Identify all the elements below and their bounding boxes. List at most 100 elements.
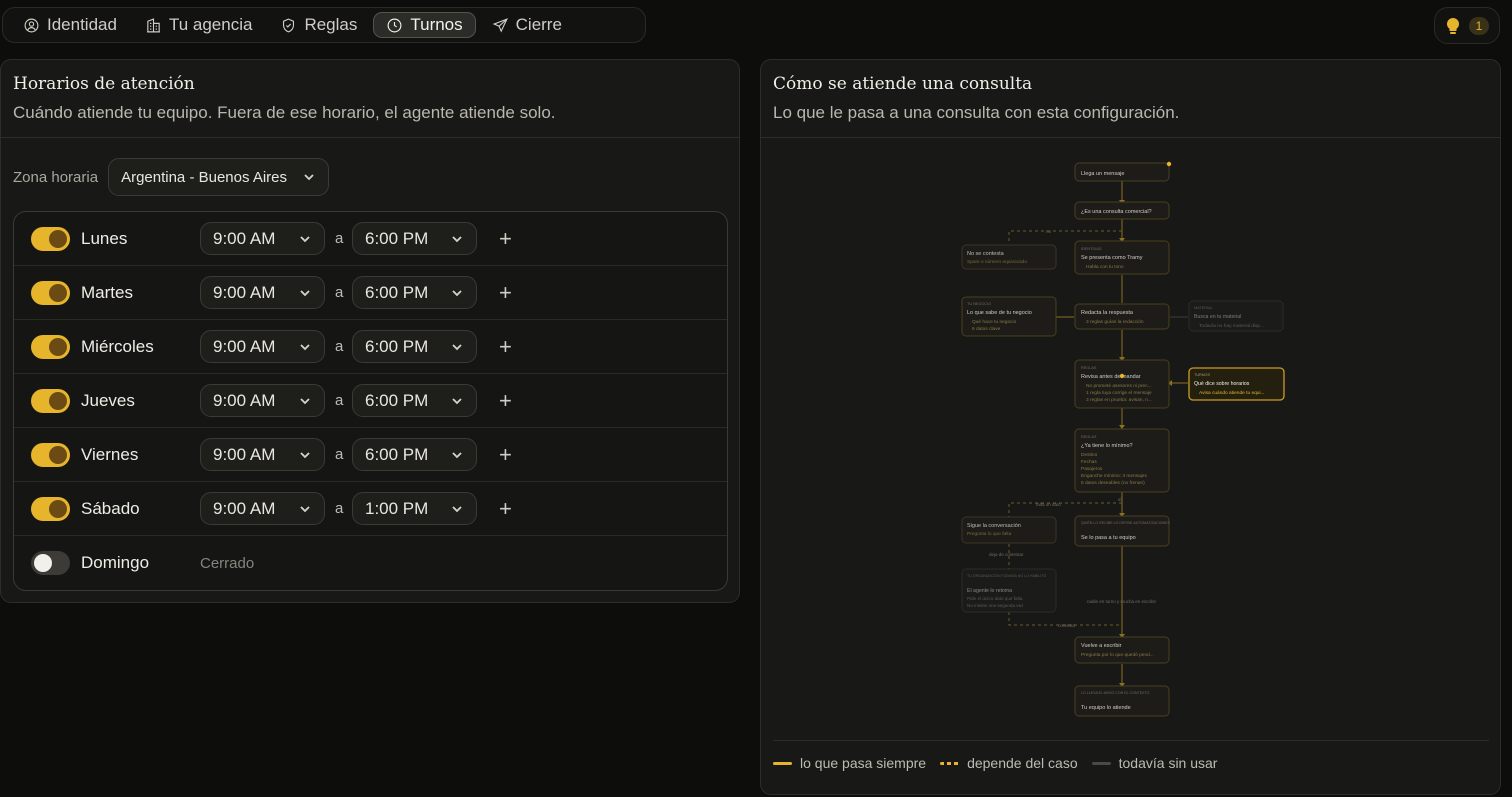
add-shift-plus-icon[interactable]: + (499, 443, 512, 466)
chevron-down-icon (452, 289, 462, 296)
time-separator: a (335, 230, 344, 247)
end-time-select[interactable]: 6:00 PM (352, 330, 477, 363)
node-line: Destino (1081, 452, 1098, 458)
start-time-select[interactable]: 9:00 AM (200, 330, 325, 363)
legend-depends-label: depende del caso (967, 755, 1078, 771)
day-toggle[interactable] (31, 443, 70, 467)
node-line: Qué hace tu negocio (972, 319, 1017, 325)
day-toggle[interactable] (31, 497, 70, 521)
node-title: Revisa antes de mandar (1081, 374, 1141, 380)
node-pasa-equipo[interactable]: QUIÉN LO RECIBE LO DEFINE AUTOMATIZACION… (1074, 515, 1171, 547)
timezone-select[interactable]: Argentina - Buenos Aires (108, 158, 330, 196)
tab-label: Reglas (304, 15, 358, 34)
day-toggle[interactable] (31, 227, 70, 251)
node-llega-mensaje[interactable]: Llega un mensaje (1074, 161, 1172, 182)
add-shift-plus-icon[interactable]: + (499, 335, 512, 358)
edge-label-contesta: contesta (1058, 623, 1076, 628)
days-list: Lunes 9:00 AM a 6:00 PM + Martes 9:00 AM… (13, 211, 728, 591)
day-toggle[interactable] (31, 551, 70, 575)
day-name: Sábado (81, 498, 140, 518)
end-time-select[interactable]: 6:00 PM (352, 384, 477, 417)
flow-legend: lo que pasa siempre depende del caso tod… (773, 740, 1489, 771)
node-turnos-horarios[interactable]: TURNOS Qué dice sobre horarios Avisa cuá… (1188, 367, 1285, 401)
node-line: 1 regla tuya corrige el mensaje (1086, 390, 1152, 396)
node-minimo[interactable]: REGLAS ¿Ya tiene lo mínimo? Destino Fech… (1074, 428, 1170, 493)
add-shift-plus-icon[interactable]: + (499, 281, 512, 304)
day-toggle[interactable] (31, 335, 70, 359)
node-agente-retoma[interactable]: TU ORGANIZACIÓN TODAVÍA NO LO HABILITÓ E… (961, 568, 1057, 613)
node-identidad[interactable]: IDENTIDAD Se presenta como Tramy Habla c… (1074, 240, 1170, 275)
node-sigue-conversacion[interactable]: Sigue la conversación Pregunta lo que fa… (961, 516, 1057, 544)
edge-label-falta: falta un dato (1036, 502, 1061, 507)
add-shift-plus-icon[interactable]: + (499, 497, 512, 520)
end-time-select[interactable]: 1:00 PM (352, 492, 477, 525)
tab-tu-agencia[interactable]: Tu agencia (133, 12, 264, 38)
node-consulta-comercial[interactable]: ¿Es una consulta comercial? (1074, 201, 1170, 220)
start-time-select[interactable]: 9:00 AM (200, 222, 325, 255)
add-shift-plus-icon[interactable]: + (499, 389, 512, 412)
chevron-down-icon (452, 397, 462, 404)
end-time-select[interactable]: 6:00 PM (352, 276, 477, 309)
node-vuelve-escribir[interactable]: Vuelve a escribir Pregunta por lo que qu… (1074, 636, 1170, 664)
node-tag: TURNOS (1194, 373, 1210, 377)
start-time-select[interactable]: 9:00 AM (200, 276, 325, 309)
tips-button[interactable]: 1 (1434, 7, 1500, 44)
edge-label-no: no (1046, 229, 1052, 234)
node-title: No se contesta (967, 251, 1005, 257)
end-time-select[interactable]: 6:00 PM (352, 222, 477, 255)
node-title: ¿Ya tiene lo mínimo? (1081, 443, 1133, 449)
node-line: Enganche mínimo: 3 mensajes (1081, 473, 1147, 479)
tab-reglas[interactable]: Reglas (268, 12, 369, 38)
node-tag: LO LLEVA EL AVISO CON EL CONTEXTO (1081, 691, 1150, 695)
send-icon (492, 17, 508, 33)
day-row-jueves: Jueves 9:00 AM a 6:00 PM + (14, 374, 727, 428)
start-time-value: 9:00 AM (213, 390, 276, 410)
tab-label: Turnos (410, 15, 463, 34)
legend-solid-swatch (773, 761, 792, 765)
day-toggle[interactable] (31, 281, 70, 305)
node-no-se-contesta[interactable]: No se contesta Spam o número equivocado (961, 244, 1057, 270)
chevron-down-icon (304, 174, 314, 181)
node-tag: TU NEGOCIO (967, 302, 991, 306)
edge-label-deja: deja de contestar (989, 552, 1024, 557)
node-line: Spam o número equivocado (967, 259, 1027, 265)
start-time-select[interactable]: 9:00 AM (200, 492, 325, 525)
legend-grey-swatch (1091, 761, 1111, 765)
day-toggle[interactable] (31, 389, 70, 413)
time-separator: a (335, 500, 344, 517)
building-icon (147, 17, 160, 32)
add-shift-plus-icon[interactable]: + (499, 227, 512, 250)
node-line: Pregunta por lo que quedó pend... (1081, 652, 1154, 658)
node-material[interactable]: MATERIAL Busca en tu material Todavía no… (1188, 300, 1284, 332)
tab-identidad[interactable]: Identidad (11, 12, 129, 38)
hours-panel: Horarios de atención Cuándo atiende tu e… (0, 59, 740, 603)
user-circle-icon (24, 18, 39, 32)
node-line: 6 datos clave (972, 326, 1001, 332)
node-tu-negocio[interactable]: TU NEGOCIO Lo que sabe de tu negocio Qué… (961, 296, 1057, 337)
clock-icon (387, 18, 402, 32)
tab-label: Identidad (47, 15, 117, 34)
day-row-sabado: Sábado 9:00 AM a 1:00 PM + (14, 482, 727, 536)
node-equipo-atiende[interactable]: LO LLEVA EL AVISO CON EL CONTEXTO Tu equ… (1074, 685, 1170, 717)
end-time-value: 1:00 PM (365, 498, 429, 518)
tab-cierre[interactable]: Cierre (480, 12, 574, 38)
chevron-down-icon (300, 397, 310, 404)
chevron-down-icon (452, 235, 462, 242)
node-title: Vuelve a escribir (1081, 643, 1122, 649)
node-line: Pregunta lo que falta (967, 531, 1012, 537)
node-redacta[interactable]: Redacta la respuesta 3 reglas guían la r… (1074, 303, 1170, 330)
node-revisa-reglas[interactable]: REGLAS Revisa antes de mandar No prometé… (1074, 359, 1170, 409)
tips-count-badge: 1 (1468, 16, 1490, 35)
end-time-select[interactable]: 6:00 PM (352, 438, 477, 471)
timezone-value: Argentina - Buenos Aires (121, 168, 287, 186)
timezone-row: Zona horaria Argentina - Buenos Aires (13, 158, 330, 196)
hours-header: Horarios de atención Cuándo atiende tu e… (1, 60, 739, 138)
tab-turnos[interactable]: Turnos (373, 12, 476, 38)
day-row-miercoles: Miércoles 9:00 AM a 6:00 PM + (14, 320, 727, 374)
day-name: Miércoles (81, 336, 154, 356)
flow-diagram: no sí falta un dato deja de contestar na… (961, 161, 1285, 717)
node-tag: MATERIAL (1194, 306, 1213, 310)
start-time-select[interactable]: 9:00 AM (200, 438, 325, 471)
lightbulb-icon (1446, 17, 1459, 34)
start-time-select[interactable]: 9:00 AM (200, 384, 325, 417)
